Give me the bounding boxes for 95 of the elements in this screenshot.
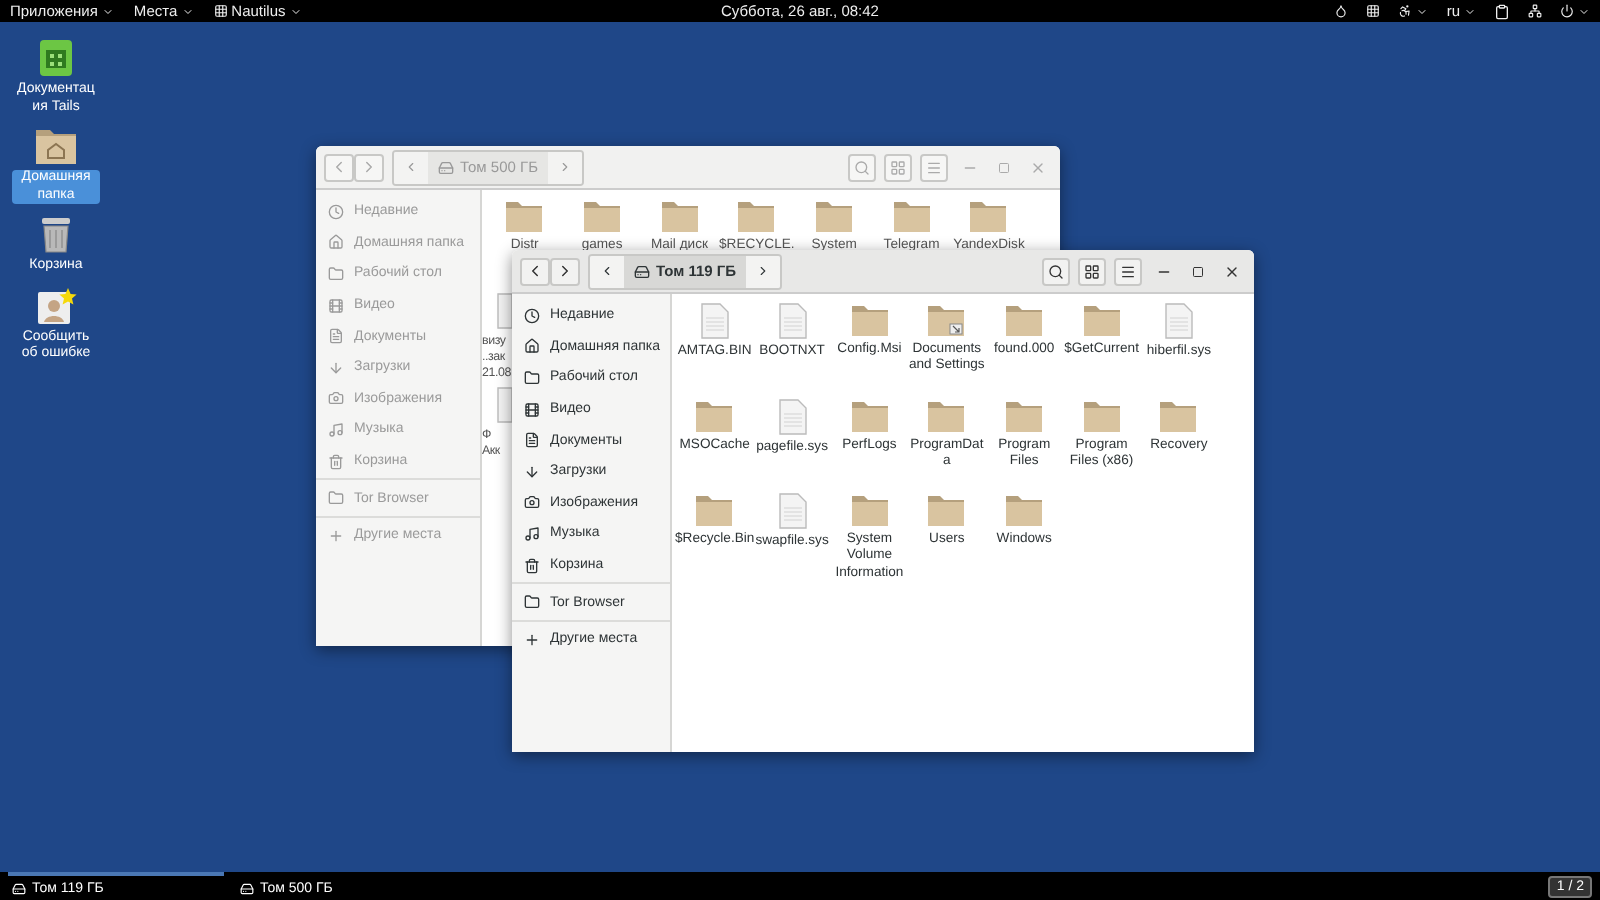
folder-icon (849, 492, 890, 528)
folder-icon (659, 198, 700, 234)
network-icon[interactable] (1528, 4, 1542, 18)
folder-icon (694, 397, 735, 433)
menu-icon (926, 159, 942, 175)
drive-icon (634, 263, 650, 279)
home-icon (524, 338, 540, 355)
clock-icon (328, 203, 344, 220)
drive-icon (12, 881, 26, 895)
clipboard-icon[interactable] (1494, 3, 1510, 19)
search-button[interactable] (1042, 257, 1070, 285)
search-icon (854, 159, 870, 175)
power-menu[interactable] (1560, 4, 1590, 18)
caret-icon (101, 5, 114, 17)
search-icon (1048, 263, 1064, 279)
folder-icon (1081, 397, 1122, 433)
file-icon (699, 302, 730, 340)
home-icon (328, 234, 344, 251)
film-icon (524, 401, 540, 418)
document-icon (524, 432, 540, 449)
grid-icon (1084, 263, 1100, 279)
view-toggle-button[interactable] (884, 153, 912, 181)
folder-icon (1004, 302, 1045, 338)
file-icon (777, 492, 808, 530)
drive-icon (438, 159, 454, 175)
folder-icon (582, 198, 623, 234)
chevron-left-icon (330, 158, 348, 176)
menu-button[interactable] (1114, 257, 1142, 285)
accessibility-menu[interactable] (1398, 4, 1429, 18)
folder-icon (891, 198, 932, 234)
folder-icon (328, 490, 344, 507)
clock-icon (524, 307, 540, 324)
folder-icon (814, 198, 855, 234)
drop-icon[interactable] (1334, 4, 1349, 18)
chevron-right-icon (756, 264, 771, 278)
trash-icon (524, 557, 540, 574)
folder-icon (849, 302, 890, 338)
caret-icon (181, 5, 194, 17)
folder-icon (1004, 492, 1045, 528)
chevron-right-icon (558, 160, 572, 174)
file-icon (1163, 302, 1194, 340)
home-folder-icon (34, 126, 78, 166)
close-icon (1224, 263, 1240, 279)
folder-icon (926, 492, 967, 528)
maximize-icon (998, 161, 1010, 173)
music-icon (524, 525, 540, 542)
close-icon (1030, 159, 1046, 175)
folder-link-icon (926, 302, 967, 338)
chevron-right-icon (556, 262, 574, 280)
grid-icon (890, 159, 906, 175)
report-icon (34, 285, 78, 325)
folder-icon (524, 369, 540, 386)
folder-icon (524, 594, 540, 611)
folder-icon (849, 397, 890, 433)
app-icon (213, 4, 228, 18)
download-icon (328, 359, 344, 376)
grid-icon[interactable] (1366, 4, 1381, 18)
trash-icon (328, 453, 344, 470)
camera-icon (524, 494, 540, 511)
folder-icon (694, 492, 735, 528)
folder-icon (1158, 397, 1199, 433)
caret-icon (289, 5, 302, 17)
file-icon (777, 302, 808, 340)
folder-icon (968, 198, 1009, 234)
trash-icon (38, 214, 74, 254)
chevron-left-icon (600, 264, 614, 278)
folder-icon (328, 265, 344, 282)
folder-icon (736, 198, 777, 234)
maximize-icon (1192, 265, 1204, 277)
folder-icon (504, 198, 545, 234)
folder-icon (1081, 302, 1122, 338)
document-icon (328, 328, 344, 345)
view-toggle-button[interactable] (1078, 257, 1106, 285)
chevron-left-icon (404, 160, 418, 174)
plus-icon (524, 631, 540, 648)
chevron-left-icon (526, 262, 544, 280)
music-icon (328, 421, 344, 438)
accessibility-icon (1398, 4, 1413, 18)
chevron-right-icon (360, 158, 378, 176)
caret-icon (1416, 5, 1429, 17)
download-icon (524, 463, 540, 480)
caret-icon (1578, 5, 1590, 17)
camera-icon (328, 390, 344, 407)
drive-icon (240, 881, 254, 895)
document-icon (36, 38, 76, 78)
file-icon (777, 397, 808, 435)
folder-icon (1004, 397, 1045, 433)
menu-icon (1120, 263, 1136, 279)
caret-icon (1464, 5, 1476, 17)
back-button[interactable] (520, 257, 550, 285)
power-icon (1560, 4, 1574, 18)
film-icon (328, 297, 344, 314)
plus-icon (328, 527, 344, 544)
forward-button[interactable] (550, 257, 580, 285)
folder-icon (926, 397, 967, 433)
